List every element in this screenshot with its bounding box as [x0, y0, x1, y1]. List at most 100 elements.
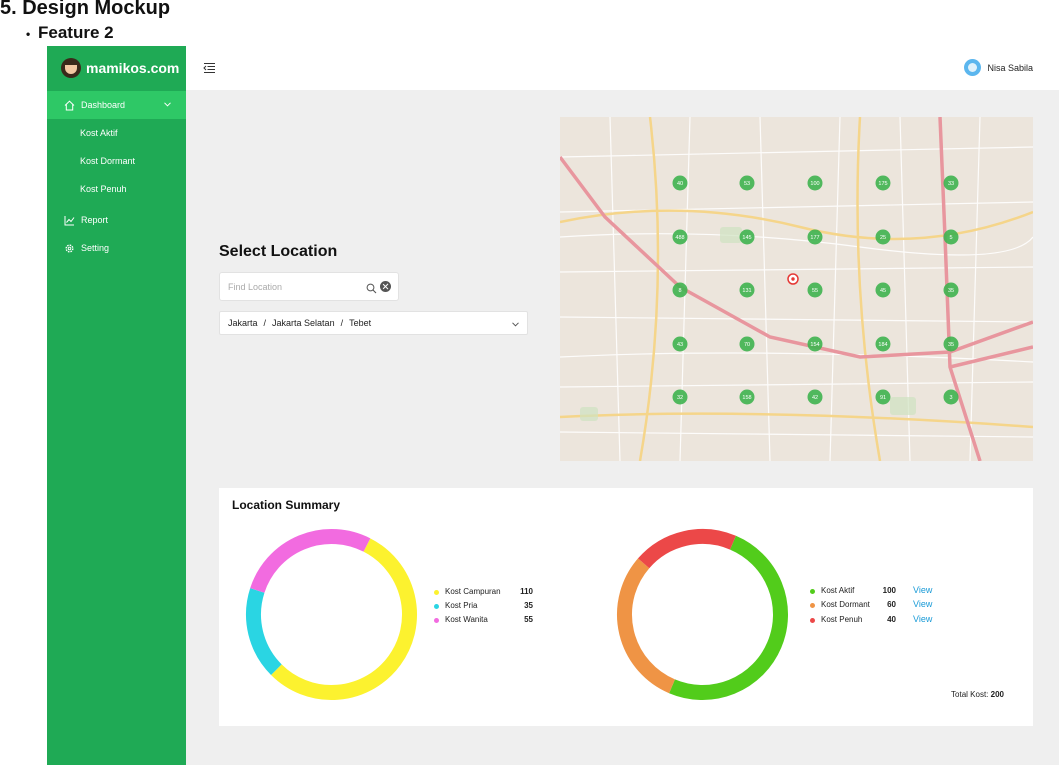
map-cluster-count: 175 [878, 181, 887, 187]
sidebar-subitem-kost-aktif[interactable]: Kost Aktif [80, 128, 118, 138]
map-cluster-marker[interactable]: 32 [672, 389, 688, 405]
map-cluster-count: 53 [744, 181, 750, 187]
total-kost-label: Total Kost: [951, 690, 989, 699]
sidebar-subitem-kost-dormant[interactable]: Kost Dormant [80, 156, 135, 166]
map-cluster-count: 184 [878, 342, 887, 348]
donut-slice-kost-penuh[interactable] [637, 529, 736, 569]
collapse-menu-icon[interactable] [203, 61, 216, 79]
donut-slice-kost-dormant[interactable] [617, 558, 676, 694]
map-cluster-marker[interactable]: 91 [875, 389, 891, 405]
sidebar-item-label: Report [81, 215, 109, 225]
path-separator: / [340, 318, 344, 328]
brand-logo-text: mamikos.com [86, 60, 180, 76]
location-search-input[interactable] [220, 273, 366, 300]
brand-logo[interactable]: mamikos.com [61, 58, 179, 78]
dashboard-app: mamikos.com Dashboard Kost Aktif Kost Do… [47, 46, 1059, 765]
map-cluster-count: 25 [880, 235, 886, 241]
map-cluster-count: 177 [810, 235, 819, 241]
map-cluster-count: 158 [742, 395, 751, 401]
line-chart-icon [62, 213, 76, 227]
sidebar-item-dashboard[interactable]: Dashboard [47, 91, 186, 119]
sidebar-subitem-kost-penuh[interactable]: Kost Penuh [80, 184, 127, 194]
map-cluster-marker[interactable]: 177 [807, 229, 823, 245]
selected-location-pin-icon [787, 273, 799, 285]
legend-swatch [434, 590, 439, 595]
map-cluster-marker[interactable]: 488 [672, 229, 688, 245]
sidebar-item-setting[interactable]: Setting [47, 234, 186, 262]
legend-value: 55 [524, 615, 533, 624]
legend-value: 40 [887, 615, 896, 624]
map-cluster-marker[interactable]: 70 [739, 336, 755, 352]
map-cluster-marker[interactable]: 158 [739, 389, 755, 405]
map-cluster-marker[interactable]: 33 [943, 175, 959, 191]
document-bullet: • Feature 2 [26, 23, 114, 43]
location-cascader-select[interactable]: Jakarta / Jakarta Selatan / Tebet [219, 311, 528, 335]
sidebar-item-report[interactable]: Report [47, 206, 186, 234]
location-path-city: Jakarta [228, 318, 258, 328]
map-cluster-count: 35 [948, 288, 954, 294]
map-cluster-count: 32 [677, 395, 683, 401]
donut-slice-kost-pria[interactable] [246, 588, 282, 675]
map-cluster-count: 488 [675, 235, 684, 241]
map-cluster-marker[interactable]: 154 [807, 336, 823, 352]
chevron-down-icon [512, 319, 519, 329]
map-cluster-marker[interactable]: 175 [875, 175, 891, 191]
location-map[interactable]: 40 53 100 175 33 488 145 177 25 5 8 131 55 45 35 43 70 15… [560, 117, 1033, 461]
donut-slice-kost-aktif[interactable] [669, 535, 788, 700]
map-cluster-marker[interactable]: 55 [807, 282, 823, 298]
map-cluster-marker[interactable]: 45 [875, 282, 891, 298]
kost-status-donut-chart [617, 529, 788, 700]
map-cluster-count: 45 [880, 288, 886, 294]
map-cluster-marker[interactable]: 145 [739, 229, 755, 245]
location-summary-card: Location Summary Kost Campuran 110 Kost … [219, 488, 1033, 726]
clear-search-icon[interactable] [380, 281, 391, 292]
kost-type-donut-chart [246, 529, 417, 700]
legend-label: Kost Penuh [821, 615, 863, 624]
avatar [964, 59, 982, 76]
map-cluster-marker[interactable]: 43 [672, 336, 688, 352]
map-cluster-marker[interactable]: 184 [875, 336, 891, 352]
donut-slice-kost-wanita[interactable] [250, 529, 371, 593]
legend-swatch [434, 618, 439, 623]
map-cluster-marker[interactable]: 35 [943, 336, 959, 352]
legend-label: Kost Dormant [821, 600, 870, 609]
map-cluster-marker[interactable]: 25 [875, 229, 891, 245]
location-search [219, 272, 399, 301]
map-cluster-count: 100 [810, 181, 819, 187]
user-profile[interactable]: Nisa Sabila [964, 59, 1033, 76]
view-kost-dormant-link[interactable]: View [913, 599, 932, 609]
view-kost-penuh-link[interactable]: View [913, 614, 932, 624]
legend-label: Kost Pria [445, 601, 478, 610]
map-cluster-marker[interactable]: 131 [739, 282, 755, 298]
top-bar: Nisa Sabila [186, 46, 1059, 90]
map-cluster-count: 91 [880, 395, 886, 401]
view-kost-aktif-link[interactable]: View [913, 585, 932, 595]
map-cluster-count: 35 [948, 342, 954, 348]
donut-slice-kost-campuran[interactable] [271, 538, 417, 700]
map-cluster-marker[interactable]: 100 [807, 175, 823, 191]
map-cluster-marker[interactable]: 35 [943, 282, 959, 298]
map-cluster-count: 70 [744, 342, 750, 348]
total-kost: Total Kost: 200 [951, 690, 1004, 699]
sidebar-item-label: Dashboard [81, 100, 126, 110]
chevron-down-icon [164, 99, 171, 109]
map-cluster-count: 5 [949, 235, 952, 241]
search-icon[interactable] [366, 281, 377, 299]
kost-status-legend: Kost Aktif 100 View Kost Dormant 60 View… [810, 585, 940, 628]
legend-swatch [810, 618, 815, 623]
legend-value: 35 [524, 601, 533, 610]
map-cluster-count: 3 [949, 395, 952, 401]
map-cluster-marker[interactable]: 53 [739, 175, 755, 191]
map-cluster-count: 131 [742, 288, 751, 294]
location-summary-title: Location Summary [232, 498, 341, 512]
location-path: Jakarta / Jakarta Selatan / Tebet [228, 318, 371, 328]
user-name: Nisa Sabila [987, 62, 1033, 73]
legend-value: 110 [520, 587, 533, 596]
map-cluster-marker[interactable]: 3 [943, 389, 959, 405]
map-cluster-marker[interactable]: 40 [672, 175, 688, 191]
document-heading: 5. Design Mockup [0, 0, 171, 19]
map-cluster-marker[interactable]: 8 [672, 282, 688, 298]
map-cluster-marker[interactable]: 5 [943, 229, 959, 245]
map-cluster-marker[interactable]: 42 [807, 389, 823, 405]
location-path-subdistrict: Tebet [349, 318, 372, 328]
